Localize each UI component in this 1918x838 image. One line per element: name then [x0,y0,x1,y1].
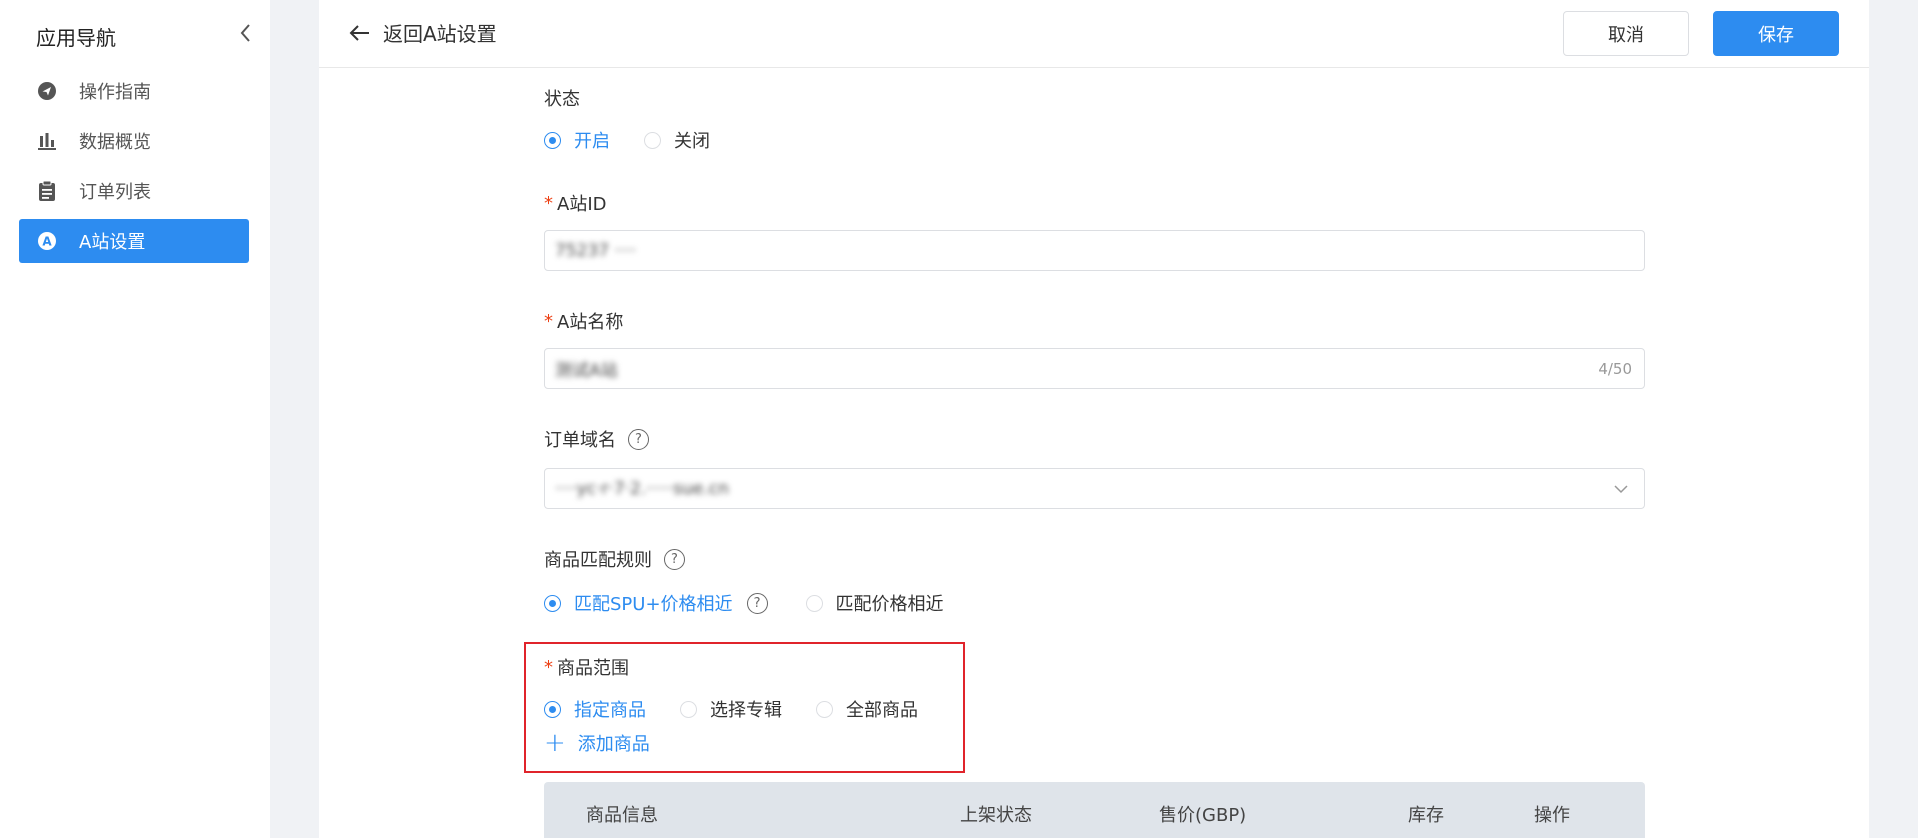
sidebar: 应用导航 操作指南 数据概览 订单列表 A A站设置 [0,0,270,838]
radio-label: 选择专辑 [710,700,782,721]
column-header: 售价(GBP) [1159,805,1247,826]
column-header: 上架状态 [960,805,1032,826]
product-scope-radio-all[interactable]: 全部商品 [816,696,918,722]
site-name-input[interactable]: 测试A站 4/50 [544,348,1645,389]
radio-circle-checked [544,700,561,718]
match-rule-radio-spu-price[interactable]: 匹配SPU+价格相近 [544,590,733,616]
product-scope-label: * 商品范围 [544,654,629,680]
product-scope-label-text: 商品范围 [557,658,629,679]
match-rule-radio-group: 匹配SPU+价格相近 ? 匹配价格相近 [544,590,978,616]
status-radio-group: 开启 关闭 [544,127,744,153]
order-domain-label-text: 订单域名 [544,430,616,451]
radio-label: 开启 [574,131,610,152]
letter-a-icon: A [35,229,59,253]
question-circle-icon[interactable]: ? [628,428,649,450]
site-id-label: * A站ID [544,190,606,216]
cancel-button[interactable]: 取消 [1563,11,1689,56]
column-header: 库存 [1408,805,1444,826]
bar-chart-icon [35,129,59,153]
site-id-label-text: A站ID [557,194,607,215]
sidebar-item-overview[interactable]: 数据概览 [19,119,249,163]
main-panel: 返回A站设置 取消 保存 状态 开启 关闭 * A站ID 75237 ···· … [319,0,1869,838]
save-button[interactable]: 保存 [1713,11,1839,56]
back-link-label: 返回A站设置 [383,22,497,46]
radio-circle [644,131,661,149]
product-scope-radio-album[interactable]: 选择专辑 [680,696,782,722]
sidebar-item-guide[interactable]: 操作指南 [19,69,249,113]
order-domain-value: ····yc·r·7·2.·····sue.cn [555,478,729,499]
site-name-label-text: A站名称 [557,312,624,333]
radio-label: 指定商品 [574,700,646,721]
top-bar: 返回A站设置 取消 保存 [319,0,1869,68]
question-circle-icon[interactable]: ? [746,592,768,614]
product-scope-radio-group: 指定商品 选择专辑 全部商品 [544,696,952,722]
collapse-sidebar-icon[interactable] [236,22,256,44]
product-scope-radio-specified[interactable]: 指定商品 [544,696,646,722]
arrow-left-icon [349,24,369,41]
product-table-header: 商品信息 上架状态 售价(GBP) 库存 操作 [544,782,1645,838]
column-header: 商品信息 [586,805,658,826]
sidebar-item-orders[interactable]: 订单列表 [19,169,249,213]
radio-circle-checked [544,594,561,612]
site-id-input[interactable]: 75237 ···· [544,230,1645,271]
radio-circle [680,700,697,718]
plus-icon: + [544,728,566,758]
radio-label: 全部商品 [846,700,918,721]
order-domain-label: 订单域名 ? [544,426,649,452]
radio-label: 关闭 [674,131,710,152]
sidebar-item-site-a-settings[interactable]: A A站设置 [19,219,249,263]
sidebar-title: 应用导航 [36,26,116,50]
required-mark: * [544,192,553,214]
column-header: 操作 [1534,805,1570,826]
sidebar-item-label: 操作指南 [79,82,151,103]
status-label-text: 状态 [544,89,580,110]
status-label: 状态 [544,85,580,111]
order-domain-select[interactable]: ····yc·r·7·2.·····sue.cn [544,468,1645,509]
clipboard-icon [35,179,59,203]
radio-circle-checked [544,131,561,149]
radio-label: 匹配价格相近 [835,594,944,615]
add-product-label: 添加商品 [577,734,650,755]
match-rule-radio-price[interactable]: 匹配价格相近 [805,590,944,616]
back-link[interactable]: 返回A站设置 [349,18,497,47]
status-radio-off[interactable]: 关闭 [644,127,710,153]
site-name-label: * A站名称 [544,308,623,334]
question-circle-icon[interactable]: ? [664,548,685,570]
required-mark: * [544,310,553,332]
char-counter: 4/50 [1598,359,1632,378]
sidebar-item-label: A站设置 [79,232,146,253]
match-rule-label: 商品匹配规则 ? [544,546,685,572]
sidebar-item-label: 数据概览 [79,132,151,153]
match-rule-label-text: 商品匹配规则 [544,550,652,571]
send-icon [35,79,59,103]
chevron-down-icon [1614,485,1628,494]
site-name-value: 测试A站 [555,361,618,381]
radio-label: 匹配SPU+价格相近 [574,594,733,615]
required-mark: * [544,656,553,678]
sidebar-item-label: 订单列表 [79,182,151,203]
radio-circle [805,594,823,612]
status-radio-on[interactable]: 开启 [544,127,610,153]
site-id-value: 75237 ···· [555,240,637,261]
radio-circle [816,700,833,718]
add-product-button[interactable]: + 添加商品 [544,730,650,756]
svg-text:A: A [42,235,52,249]
